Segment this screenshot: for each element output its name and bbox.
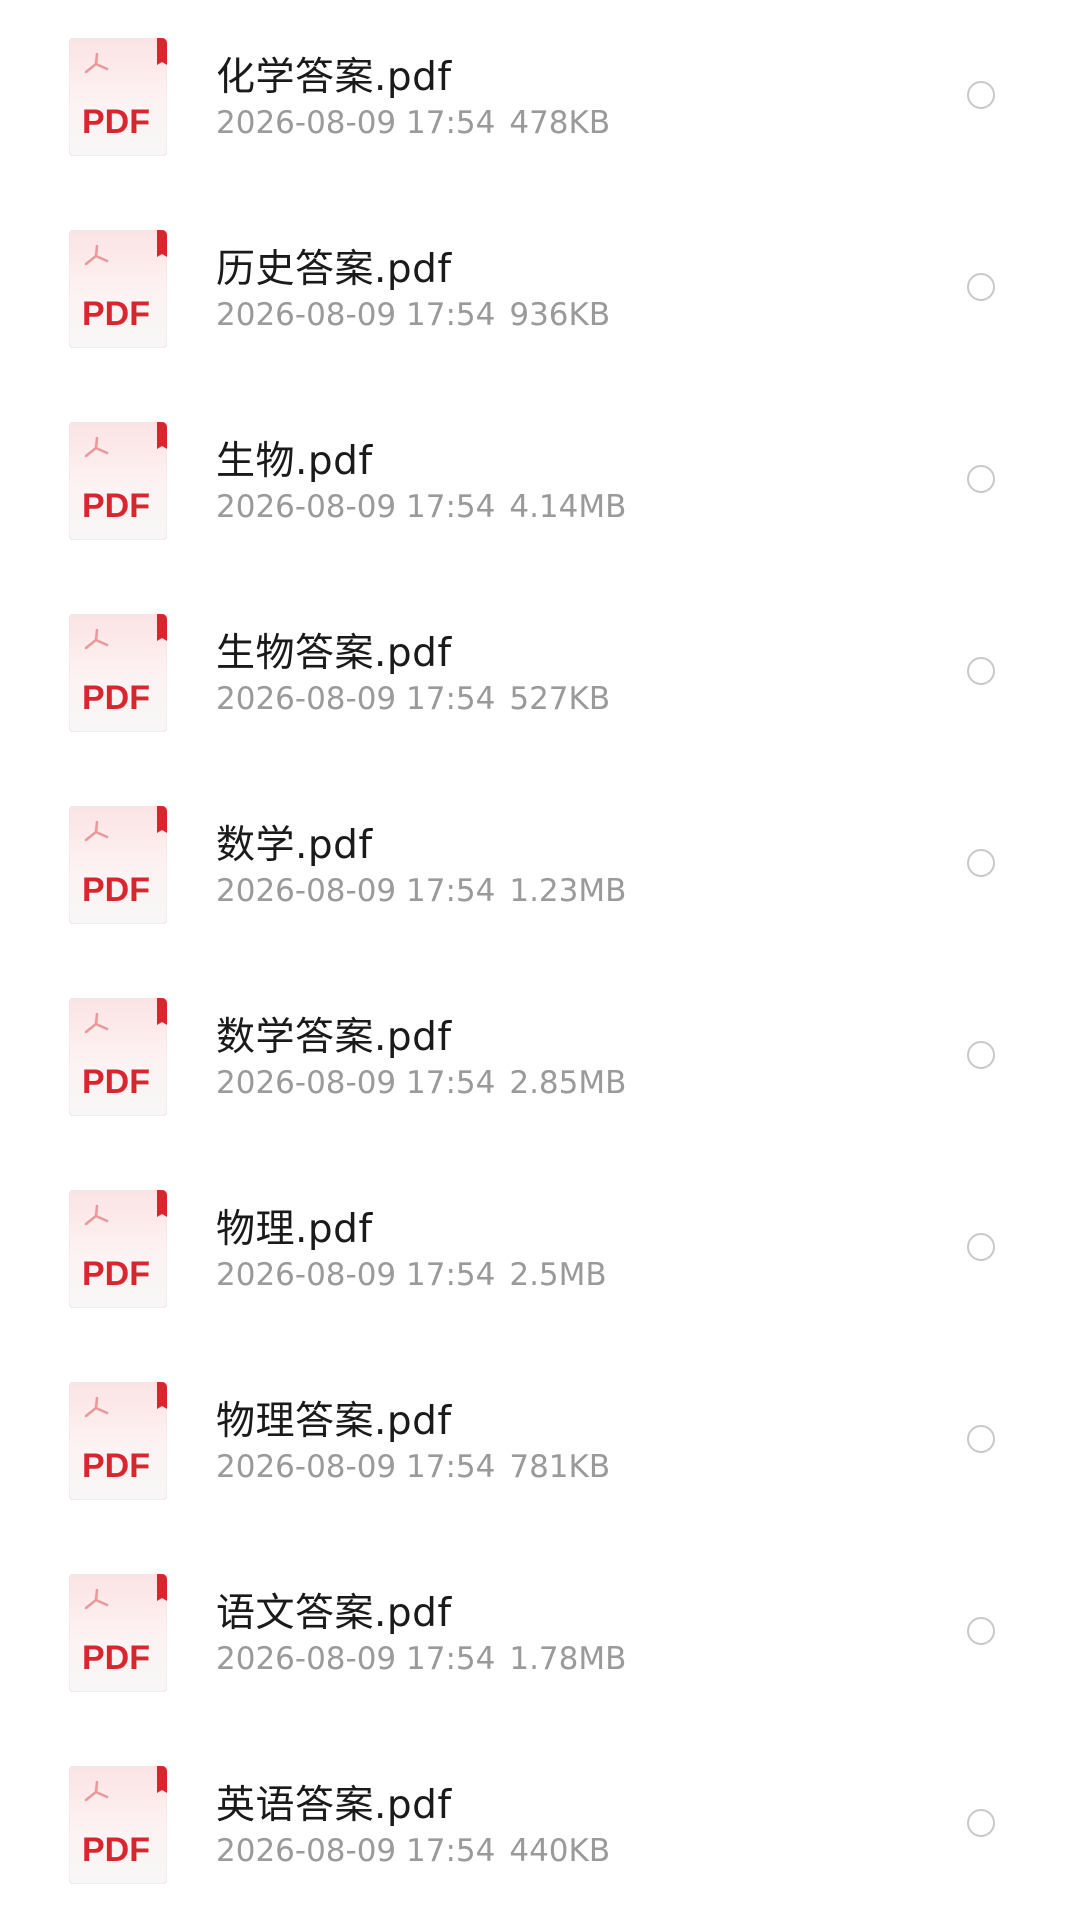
select-radio[interactable] (967, 1425, 995, 1453)
file-date: 2026-08-09 17:54 (216, 1257, 496, 1293)
file-size: 440KB (509, 1833, 611, 1869)
pdf-file-icon: PDF (69, 422, 167, 540)
file-size: 781KB (509, 1449, 611, 1485)
svg-text:PDF: PDF (82, 1639, 150, 1677)
svg-text:PDF: PDF (82, 1447, 150, 1485)
select-radio[interactable] (967, 1041, 995, 1069)
file-meta: 2026-08-09 17:54 4.14MB (216, 489, 626, 525)
file-row[interactable]: PDF 语文答案.pdf 2026-08-09 17:54 1.78MB (0, 1536, 1080, 1728)
file-name: 物理.pdf (216, 1207, 373, 1252)
select-radio[interactable] (967, 1617, 995, 1645)
file-date: 2026-08-09 17:54 (216, 1065, 496, 1101)
file-row[interactable]: PDF 数学答案.pdf 2026-08-09 17:54 2.85MB (0, 960, 1080, 1152)
file-name: 生物.pdf (216, 439, 373, 484)
select-radio[interactable] (967, 81, 995, 109)
file-meta: 2026-08-09 17:54 1.23MB (216, 873, 626, 909)
file-size: 527KB (509, 681, 611, 717)
file-meta: 2026-08-09 17:54 781KB (216, 1449, 610, 1485)
svg-text:PDF: PDF (82, 1831, 150, 1869)
select-radio[interactable] (967, 1809, 995, 1837)
select-radio[interactable] (967, 657, 995, 685)
pdf-file-icon: PDF (69, 1766, 167, 1884)
file-row[interactable]: PDF 生物答案.pdf 2026-08-09 17:54 527KB (0, 576, 1080, 768)
file-row[interactable]: PDF 物理答案.pdf 2026-08-09 17:54 781KB (0, 1344, 1080, 1536)
file-date: 2026-08-09 17:54 (216, 1833, 496, 1869)
file-meta: 2026-08-09 17:54 527KB (216, 681, 610, 717)
svg-text:PDF: PDF (82, 1255, 150, 1293)
select-radio[interactable] (967, 273, 995, 301)
file-name: 历史答案.pdf (216, 247, 452, 292)
file-date: 2026-08-09 17:54 (216, 297, 496, 333)
file-name: 语文答案.pdf (216, 1591, 452, 1636)
pdf-file-icon: PDF (69, 1382, 167, 1500)
select-radio[interactable] (967, 849, 995, 877)
file-date: 2026-08-09 17:54 (216, 1449, 496, 1485)
select-radio[interactable] (967, 465, 995, 493)
svg-text:PDF: PDF (82, 103, 150, 141)
pdf-file-icon: PDF (69, 614, 167, 732)
pdf-file-icon: PDF (69, 38, 167, 156)
file-row[interactable]: PDF 历史答案.pdf 2026-08-09 17:54 936KB (0, 192, 1080, 384)
pdf-file-icon: PDF (69, 806, 167, 924)
file-meta: 2026-08-09 17:54 2.85MB (216, 1065, 626, 1101)
file-row[interactable]: PDF 数学.pdf 2026-08-09 17:54 1.23MB (0, 768, 1080, 960)
file-size: 4.14MB (509, 489, 627, 525)
svg-text:PDF: PDF (82, 487, 150, 525)
pdf-file-icon: PDF (69, 998, 167, 1116)
file-size: 478KB (509, 105, 611, 141)
file-size: 936KB (509, 297, 611, 333)
pdf-file-icon: PDF (69, 1574, 167, 1692)
svg-text:PDF: PDF (82, 1063, 150, 1101)
file-name: 数学.pdf (216, 823, 373, 868)
file-row[interactable]: PDF 生物.pdf 2026-08-09 17:54 4.14MB (0, 384, 1080, 576)
file-meta: 2026-08-09 17:54 440KB (216, 1833, 610, 1869)
file-name: 化学答案.pdf (216, 55, 452, 100)
svg-text:PDF: PDF (82, 871, 150, 909)
select-radio[interactable] (967, 1233, 995, 1261)
file-meta: 2026-08-09 17:54 1.78MB (216, 1641, 626, 1677)
file-row[interactable]: PDF 物理.pdf 2026-08-09 17:54 2.5MB (0, 1152, 1080, 1344)
file-row[interactable]: PDF 化学答案.pdf 2026-08-09 17:54 478KB (0, 0, 1080, 192)
pdf-file-icon: PDF (69, 230, 167, 348)
file-date: 2026-08-09 17:54 (216, 1641, 496, 1677)
file-meta: 2026-08-09 17:54 2.5MB (216, 1257, 607, 1293)
file-name: 生物答案.pdf (216, 631, 452, 676)
file-date: 2026-08-09 17:54 (216, 873, 496, 909)
file-row[interactable]: PDF 英语答案.pdf 2026-08-09 17:54 440KB (0, 1728, 1080, 1920)
file-name: 数学答案.pdf (216, 1015, 452, 1060)
svg-text:PDF: PDF (82, 295, 150, 333)
file-name: 英语答案.pdf (216, 1783, 452, 1828)
file-meta: 2026-08-09 17:54 936KB (216, 297, 610, 333)
file-date: 2026-08-09 17:54 (216, 681, 496, 717)
file-list: PDF 化学答案.pdf 2026-08-09 17:54 478KB PDF 历… (0, 0, 1080, 1928)
file-date: 2026-08-09 17:54 (216, 105, 496, 141)
file-size: 1.23MB (509, 873, 627, 909)
pdf-file-icon: PDF (69, 1190, 167, 1308)
file-date: 2026-08-09 17:54 (216, 489, 496, 525)
file-size: 2.85MB (509, 1065, 627, 1101)
file-name: 物理答案.pdf (216, 1399, 452, 1444)
svg-text:PDF: PDF (82, 679, 150, 717)
file-meta: 2026-08-09 17:54 478KB (216, 105, 610, 141)
file-size: 1.78MB (509, 1641, 627, 1677)
file-size: 2.5MB (509, 1257, 607, 1293)
